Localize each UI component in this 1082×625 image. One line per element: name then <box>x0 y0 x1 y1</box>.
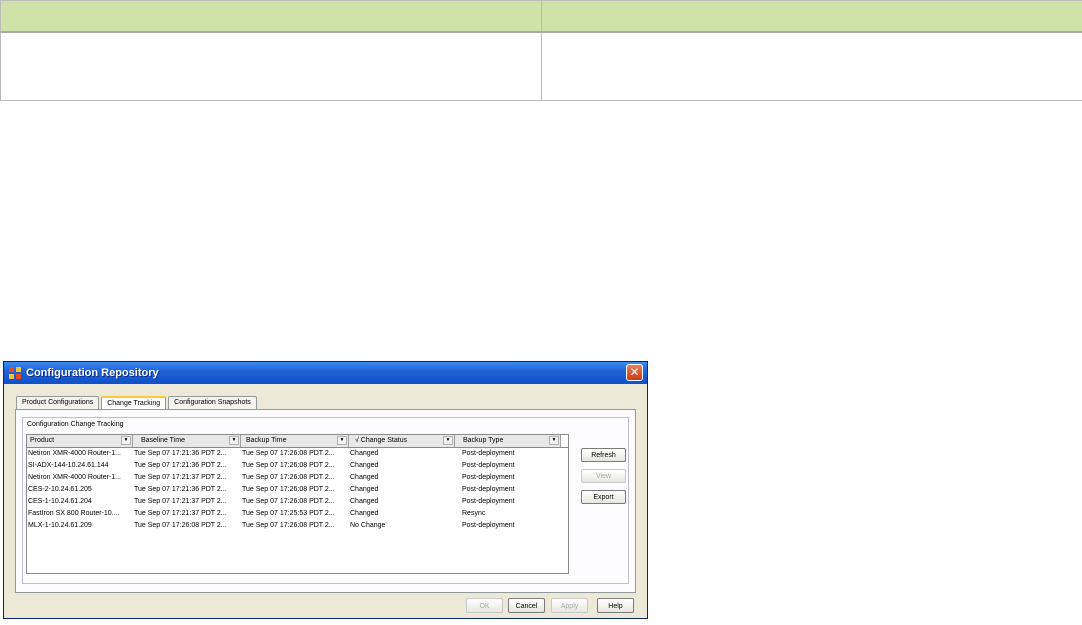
app-icon <box>8 366 22 380</box>
cell-baseline-time: Tue Sep 07 17:21:36 PDT 2... <box>134 462 227 469</box>
sort-check-icon: √ <box>355 437 359 444</box>
cell-product: Netiron XMR-4000 Router-1... <box>28 474 121 481</box>
table-row[interactable]: CES-2-10.24.61.205 Tue Sep 07 17:21:36 P… <box>27 484 568 496</box>
cell-backup-time: Tue Sep 07 17:26:08 PDT 2... <box>242 462 335 469</box>
tab-configuration-snapshots[interactable]: Configuration Snapshots <box>168 396 257 410</box>
cell-change-status: No Change <box>350 522 386 529</box>
cell-change-status: Changed <box>350 462 379 469</box>
chevron-down-icon[interactable]: ▼ <box>443 436 453 445</box>
title-bar[interactable]: Configuration Repository ✕ <box>4 362 647 384</box>
cell-baseline-time: Tue Sep 07 17:21:37 PDT 2... <box>134 474 227 481</box>
cell-product: CES-1-10.24.61.204 <box>28 498 92 505</box>
table-row[interactable]: SI-ADX-144-10.24.61.144 Tue Sep 07 17:21… <box>27 460 568 472</box>
configuration-repository-dialog: Configuration Repository ✕ Product Confi… <box>3 361 648 619</box>
group-title: Configuration Change Tracking <box>27 421 124 428</box>
table-header: Product ▼ Baseline Time ▼ Backup Time ▼ … <box>27 435 568 448</box>
cell-backup-type: Resync <box>462 510 486 517</box>
apply-button[interactable]: Apply <box>551 598 588 613</box>
column-header-change-status[interactable]: √ Change Status ▼ <box>349 435 455 447</box>
change-tracking-table: Product ▼ Baseline Time ▼ Backup Time ▼ … <box>26 434 569 574</box>
cell-backup-type: Post-deployment <box>462 498 515 505</box>
cell-baseline-time: Tue Sep 07 17:21:36 PDT 2... <box>134 450 227 457</box>
view-button[interactable]: View <box>581 469 626 483</box>
cell-product: CES-2-10.24.61.205 <box>28 486 92 493</box>
cell-backup-time: Tue Sep 07 17:26:08 PDT 2... <box>242 522 335 529</box>
cell-change-status: Changed <box>350 474 379 481</box>
tab-product-configurations[interactable]: Product Configurations <box>16 396 100 410</box>
table-row[interactable]: MLX-1-10.24.61.209 Tue Sep 07 17:26:08 P… <box>27 520 568 532</box>
refresh-button[interactable]: Refresh <box>581 448 626 462</box>
table-row[interactable]: Netiron XMR-4000 Router-1... Tue Sep 07 … <box>27 472 568 484</box>
cell-change-status: Changed <box>350 498 379 505</box>
column-header-baseline-time[interactable]: Baseline Time ▼ <box>133 435 241 447</box>
column-header-label: Backup Time <box>246 437 287 444</box>
table-row[interactable]: Netiron XMR-4000 Router-1... Tue Sep 07 … <box>27 448 568 460</box>
cell-product: FastIron SX 800 Router-10.... <box>28 510 120 517</box>
chevron-down-icon[interactable]: ▼ <box>121 436 131 445</box>
cell-backup-type: Post-deployment <box>462 486 515 493</box>
cell-product: Netiron XMR-4000 Router-1... <box>28 450 121 457</box>
document-table <box>0 0 1082 101</box>
column-header-product[interactable]: Product ▼ <box>27 435 133 447</box>
chevron-down-icon[interactable]: ▼ <box>229 436 239 445</box>
cell-backup-time: Tue Sep 07 17:25:53 PDT 2... <box>242 510 335 517</box>
document-table-header-row <box>0 0 1082 33</box>
cancel-button[interactable]: Cancel <box>508 598 545 613</box>
cell-backup-type: Post-deployment <box>462 450 515 457</box>
table-row[interactable]: FastIron SX 800 Router-10.... Tue Sep 07… <box>27 508 568 520</box>
cell-backup-time: Tue Sep 07 17:26:08 PDT 2... <box>242 486 335 493</box>
column-header-label: Change Status <box>360 437 408 444</box>
tab-panel: Configuration Change Tracking Product ▼ … <box>15 409 636 593</box>
chevron-down-icon[interactable]: ▼ <box>549 436 559 445</box>
cell-backup-type: Post-deployment <box>462 474 515 481</box>
cell-backup-type: Post-deployment <box>462 462 515 469</box>
cell-backup-time: Tue Sep 07 17:26:08 PDT 2... <box>242 450 335 457</box>
column-header-label: Product <box>30 437 55 444</box>
ok-button[interactable]: OK <box>466 598 503 613</box>
cell-product: MLX-1-10.24.61.209 <box>28 522 92 529</box>
document-table-row <box>0 31 1082 101</box>
column-header-label: Backup Type <box>463 437 504 444</box>
window-title: Configuration Repository <box>26 367 159 379</box>
cell-baseline-time: Tue Sep 07 17:21:36 PDT 2... <box>134 486 227 493</box>
close-icon[interactable]: ✕ <box>626 364 643 381</box>
column-header-label: Baseline Time <box>141 437 185 444</box>
cell-baseline-time: Tue Sep 07 17:21:37 PDT 2... <box>134 498 227 505</box>
cell-change-status: Changed <box>350 510 379 517</box>
document-table-cell-1 <box>0 31 542 101</box>
chevron-down-icon[interactable]: ▼ <box>337 436 347 445</box>
cell-change-status: Changed <box>350 450 379 457</box>
document-table-header-cell-2 <box>541 0 1082 33</box>
document-table-cell-2 <box>541 31 1082 101</box>
cell-baseline-time: Tue Sep 07 17:21:37 PDT 2... <box>134 510 227 517</box>
change-tracking-group: Configuration Change Tracking Product ▼ … <box>22 417 629 584</box>
tab-strip: Product Configurations Change Tracking C… <box>16 396 259 412</box>
help-button[interactable]: Help <box>597 598 634 613</box>
cell-baseline-time: Tue Sep 07 17:26:08 PDT 2... <box>134 522 227 529</box>
table-row[interactable]: CES-1-10.24.61.204 Tue Sep 07 17:21:37 P… <box>27 496 568 508</box>
cell-backup-time: Tue Sep 07 17:26:08 PDT 2... <box>242 474 335 481</box>
export-button[interactable]: Export <box>581 490 626 504</box>
cell-change-status: Changed <box>350 486 379 493</box>
column-header-backup-type[interactable]: Backup Type ▼ <box>455 435 561 447</box>
cell-backup-time: Tue Sep 07 17:26:08 PDT 2... <box>242 498 335 505</box>
document-table-header-cell-1 <box>0 0 542 33</box>
column-header-backup-time[interactable]: Backup Time ▼ <box>241 435 349 447</box>
cell-backup-type: Post-deployment <box>462 522 515 529</box>
cell-product: SI-ADX-144-10.24.61.144 <box>28 462 109 469</box>
